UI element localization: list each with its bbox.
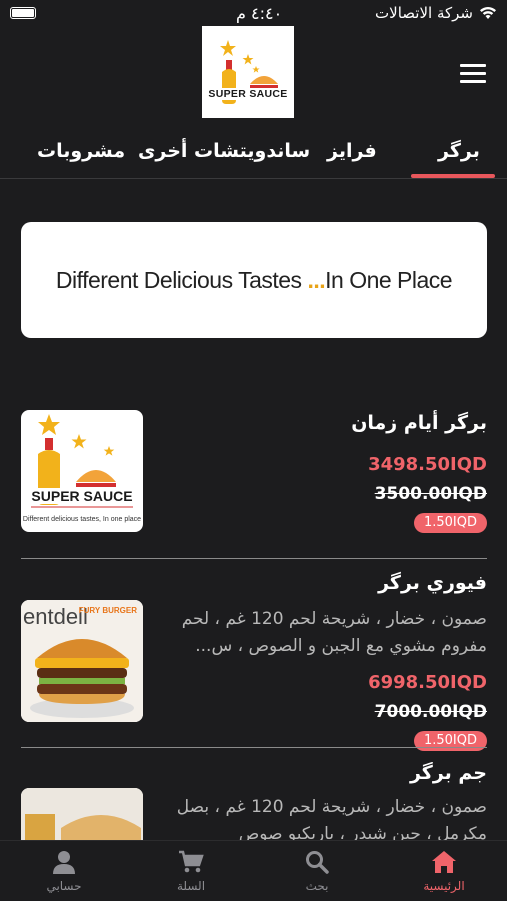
nav-cart[interactable]: السلة (151, 849, 231, 893)
nav-search-label: بحث (305, 879, 329, 893)
product-image-caption: FURY BURGER (78, 606, 137, 615)
product-title: برگر أيام زمان (351, 412, 487, 434)
app-header: SUPER SAUCE (0, 24, 507, 120)
bottom-navigation: الرئيسية بحث السلة حسابي (0, 840, 507, 901)
promo-banner[interactable]: Different Delicious Tastes ...In One Pla… (21, 222, 487, 338)
divider (21, 747, 487, 748)
banner-text-part2: In One Place (325, 266, 453, 293)
tab-drinks[interactable]: مشروبات (37, 140, 125, 162)
banner-dots: ... (307, 266, 326, 293)
home-icon (432, 851, 456, 873)
category-tabs: برگر فرايز ساندويتشات أخرى مشروبات (0, 128, 507, 179)
tab-fries[interactable]: فرايز (327, 140, 377, 162)
nav-home-label: الرئيسية (423, 879, 465, 893)
product-old-price: 7000.00IQD (374, 702, 487, 722)
tab-burger[interactable]: برگر (438, 140, 480, 162)
product-title: جم برگر (409, 762, 487, 784)
discount-badge: 1.50IQD (413, 513, 487, 533)
nav-account-label: حسابي (46, 879, 82, 893)
nav-search[interactable]: بحث (277, 849, 357, 893)
banner-text-part1: Different Delicious Tastes (55, 266, 302, 293)
carrier-name: شركة الاتصالات (375, 4, 473, 22)
search-icon (306, 851, 329, 874)
status-time: ٤:٤٠ م (236, 4, 283, 23)
logo[interactable]: SUPER SAUCE (202, 26, 294, 118)
wifi-icon (480, 7, 496, 19)
product-item[interactable]: SUPER SAUCE Different delicious tastes, … (0, 408, 507, 548)
nav-home[interactable]: الرئيسية (404, 849, 484, 893)
product-title: فيوري برگر (378, 572, 487, 594)
product-image (21, 788, 143, 842)
nav-account[interactable]: حسابي (24, 849, 104, 893)
discount-badge: 1.50IQD (413, 731, 487, 751)
divider (21, 558, 487, 559)
status-carrier-group: شركة الاتصالات (375, 4, 497, 22)
active-tab-indicator (411, 174, 495, 178)
product-item[interactable]: entdeil FURY BURGER فيوري برگر صمون ، خض… (0, 572, 507, 751)
product-old-price: 3500.00IQD (374, 484, 487, 504)
battery-icon (10, 7, 36, 19)
logo-text: SUPER SAUCE (206, 88, 290, 100)
product-item[interactable]: جم برگر صمون ، خضار ، شريحة لحم 120 غم ،… (0, 762, 507, 842)
tab-other-sandwiches[interactable]: ساندويتشات أخرى (138, 140, 310, 162)
nav-cart-label: السلة (176, 879, 206, 893)
fury-burger-image: entdeil (21, 600, 143, 722)
banner-text: Different Delicious Tastes ...In One Pla… (55, 266, 453, 294)
product-image: SUPER SAUCE Different delicious tastes, … (21, 410, 143, 532)
product-description: صمون ، خضار ، شريحة لحم 120 غم ، بصل مكر… (176, 797, 487, 842)
product-image-caption: Different delicious tastes, In one place (22, 516, 142, 523)
svg-text:SUPER SAUCE: SUPER SAUCE (31, 488, 132, 504)
product-image: entdeil FURY BURGER (21, 600, 143, 722)
super-sauce-product-logo: SUPER SAUCE (29, 414, 135, 508)
person-icon (53, 851, 75, 874)
cart-icon (179, 850, 204, 873)
hamburger-menu-icon[interactable] (460, 64, 486, 84)
gem-burger-image (21, 788, 143, 842)
super-sauce-logo (220, 40, 278, 104)
product-price: 3498.50IQD (368, 454, 487, 475)
product-description: صمون ، خضار ، شريحة لحم 120 غم ، لحم مفر… (181, 609, 487, 656)
product-price: 6998.50IQD (368, 672, 487, 693)
